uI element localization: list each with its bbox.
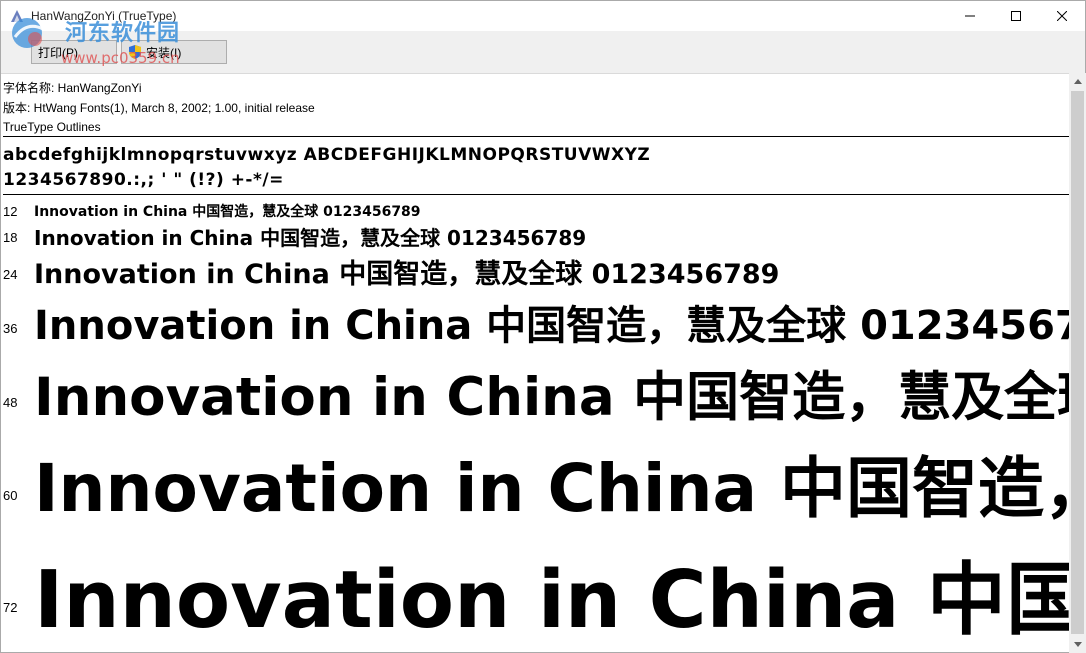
- install-button[interactable]: 安装(I): [121, 40, 227, 64]
- sample-row-72: 72 Innovation in China 中国智造，慧及全球 0123456…: [1, 531, 1069, 653]
- font-name-text: 字体名称: HanWangZonYi: [3, 81, 142, 95]
- sample-text: Innovation in China 中国智造，慧及全球 0123456789: [34, 554, 1069, 646]
- title-bar[interactable]: HanWangZonYi (TrueType): [1, 1, 1085, 31]
- size-label: 12: [3, 204, 18, 219]
- size-label: 72: [3, 600, 18, 615]
- sample-text: Innovation in China 中国智造，慧及全球 0123456789: [34, 204, 421, 220]
- divider-bottom: [3, 194, 1069, 195]
- font-viewer-window: HanWangZonYi (TrueType) 打印(P) 安装(I) 河东软件…: [0, 0, 1086, 653]
- close-button[interactable]: [1039, 1, 1085, 31]
- font-info: 字体名称: HanWangZonYi 版本: HtWang Fonts(1), …: [3, 79, 315, 138]
- size-label: 36: [3, 321, 18, 336]
- shield-icon: [129, 45, 141, 59]
- font-app-icon: [11, 10, 23, 22]
- sample-row-24: 24 Innovation in China 中国智造，慧及全球 0123456…: [1, 251, 1069, 291]
- sample-row-12: 12 Innovation in China 中国智造，慧及全球 0123456…: [1, 199, 1069, 221]
- scroll-thumb[interactable]: [1071, 91, 1084, 634]
- arrow-down-icon: [1073, 642, 1082, 647]
- sample-text: Innovation in China 中国智造，慧及全球 0123456789: [34, 303, 1069, 349]
- minimize-button[interactable]: [947, 1, 993, 31]
- print-button[interactable]: 打印(P): [31, 40, 117, 64]
- sample-row-48: 48 Innovation in China 中国智造，慧及全球 0123456…: [1, 351, 1069, 431]
- sample-row-18: 18 Innovation in China 中国智造，慧及全球 0123456…: [1, 221, 1069, 251]
- sample-row-36: 36 Innovation in China 中国智造，慧及全球 0123456…: [1, 291, 1069, 351]
- size-label: 48: [3, 395, 18, 410]
- print-button-label: 打印(P): [38, 45, 78, 60]
- minimize-icon: [965, 15, 975, 17]
- toolbar: 打印(P) 安装(I): [1, 31, 1085, 74]
- size-label: 60: [3, 488, 18, 503]
- maximize-icon: [1011, 11, 1021, 21]
- vertical-scrollbar[interactable]: [1069, 73, 1086, 653]
- sample-text: Innovation in China 中国智造，慧及全球 0123456789: [34, 226, 587, 250]
- divider-top: [3, 136, 1069, 137]
- size-label: 24: [3, 267, 18, 282]
- maximize-button[interactable]: [993, 1, 1039, 31]
- install-button-label: 安装(I): [146, 45, 182, 60]
- sample-text: Innovation in China 中国智造，慧及全球 0123456789: [34, 367, 1069, 428]
- charset-digits-symbols: 1234567890.:,; ' " (!?) +-*/=: [3, 170, 284, 190]
- sample-text: Innovation in China 中国智造，慧及全球 0123456789: [34, 259, 780, 290]
- window-title: HanWangZonYi (TrueType): [31, 9, 177, 23]
- size-label: 18: [3, 230, 18, 245]
- arrow-up-icon: [1073, 79, 1082, 84]
- charset-letters: abcdefghijklmnopqrstuvwxyz ABCDEFGHIJKLM…: [3, 145, 651, 165]
- close-icon: [1057, 11, 1067, 21]
- font-outline-text: TrueType Outlines: [3, 120, 101, 134]
- scroll-up-button[interactable]: [1069, 73, 1086, 90]
- font-version-text: 版本: HtWang Fonts(1), March 8, 2002; 1.00…: [3, 100, 315, 115]
- sample-row-60: 60 Innovation in China 中国智造，慧及全球 0123456…: [1, 431, 1069, 531]
- sample-text: Innovation in China 中国智造，慧及全球 0123456789: [34, 450, 1069, 527]
- scroll-down-button[interactable]: [1069, 636, 1086, 653]
